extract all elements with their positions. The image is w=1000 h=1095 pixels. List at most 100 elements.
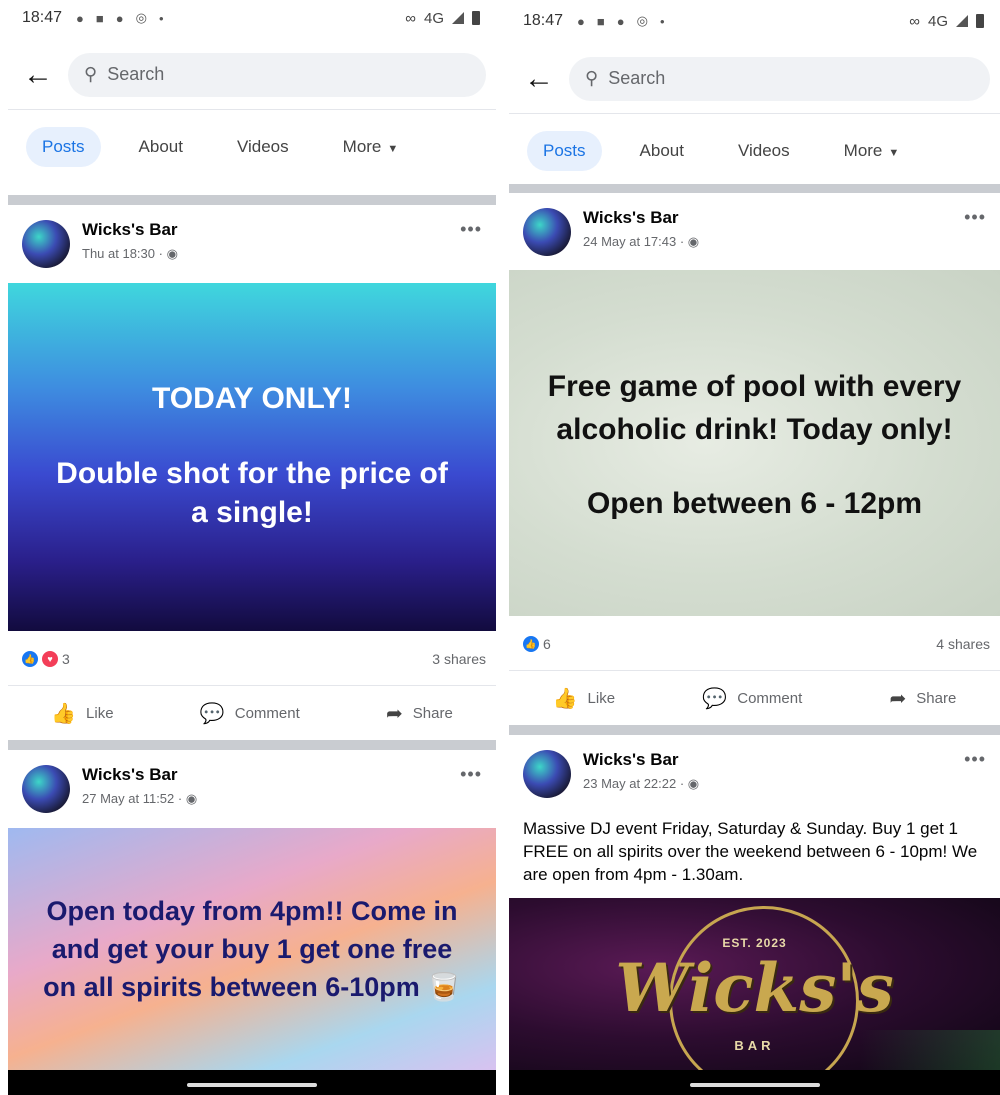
home-gesture-bar[interactable]: [689, 1083, 820, 1087]
post-image[interactable]: TODAY ONLY! Double shot for the price of…: [8, 283, 496, 631]
shares-count[interactable]: 3 shares: [432, 651, 486, 667]
post-timestamp: 23 May at 22:22 · ◉: [583, 776, 700, 791]
post-author[interactable]: Wicks's Bar: [583, 750, 679, 770]
like-reaction-icon: 👍: [523, 635, 539, 652]
post-image-headline: Free game of pool with every alcoholic d…: [547, 370, 962, 446]
messenger-icon: ●: [115, 10, 124, 26]
avatar[interactable]: [523, 750, 571, 798]
tab-about[interactable]: About: [123, 127, 199, 167]
post-image-body: Open between 6 - 12pm: [586, 487, 923, 520]
notification-icons: ● ■ ● ◎ •: [577, 13, 664, 29]
search-placeholder: Search: [107, 64, 165, 84]
avatar[interactable]: [22, 220, 70, 268]
thumbs-up-icon: 👍: [51, 702, 77, 725]
post-image-text: Open today from 4pm!! Come in and get yo…: [43, 896, 461, 1002]
share-label: Share: [412, 704, 453, 722]
search-row: ← ⚲ Search: [509, 44, 1000, 114]
instagram-icon: ◎: [135, 10, 147, 25]
status-bar: 18:47 ● ■ ● ◎ • ∞ 4G: [509, 3, 1000, 39]
post-image[interactable]: Open today from 4pm!! Come in and get yo…: [8, 828, 496, 1070]
search-input[interactable]: ⚲ Search: [569, 56, 990, 101]
dj-deck-glow: [860, 1030, 1000, 1070]
avatar[interactable]: [523, 208, 571, 256]
globe-icon: ◉: [687, 234, 700, 249]
avatar[interactable]: [22, 765, 70, 813]
comment-button[interactable]: 💬 Comment: [702, 686, 802, 711]
status-time: 18:47: [22, 9, 63, 26]
more-options-icon[interactable]: •••: [460, 764, 482, 785]
post-image-body: Double shot for the price of a single!: [56, 457, 448, 529]
section-divider: [8, 195, 496, 205]
chat-icon: ●: [577, 13, 585, 29]
tab-more-label: More: [843, 141, 883, 160]
post-author[interactable]: Wicks's Bar: [82, 765, 178, 785]
signal-icon: [452, 12, 464, 24]
post-header: Wicks's Bar 24 May at 17:43 · ◉ •••: [509, 193, 1000, 271]
search-input[interactable]: ⚲ Search: [68, 52, 486, 97]
more-options-icon[interactable]: •••: [460, 219, 482, 240]
globe-icon: ◉: [687, 776, 700, 791]
comment-button[interactable]: 💬 Comment: [200, 701, 300, 726]
post-image-headline: TODAY ONLY!: [151, 382, 353, 415]
battery-icon: [472, 11, 480, 25]
post-stats: 👍 6 4 shares: [509, 617, 1000, 671]
battery-icon: [976, 14, 984, 28]
tab-about[interactable]: About: [624, 131, 700, 171]
chevron-down-icon: ▼: [387, 143, 399, 155]
search-row: ← ⚲ Search: [8, 40, 496, 110]
signal-icon: [956, 15, 968, 27]
dot-icon: •: [158, 10, 164, 26]
tab-videos[interactable]: Videos: [221, 127, 305, 167]
section-divider: [8, 740, 496, 750]
share-icon: ➦: [889, 687, 907, 710]
logo-est: EST. 2023: [722, 936, 787, 950]
section-divider: [509, 725, 1000, 735]
profile-tabs: Posts About Videos More ▼: [8, 110, 496, 184]
like-label: Like: [587, 689, 616, 707]
reactions-summary[interactable]: 👍 6: [523, 635, 551, 652]
search-icon: ⚲: [585, 68, 599, 88]
reaction-count: 3: [62, 650, 70, 667]
section-divider: [509, 184, 1000, 193]
network-label: 4G: [927, 12, 948, 30]
back-arrow-icon[interactable]: ←: [509, 63, 569, 94]
whiskey-glass-icon: 🥃: [427, 972, 461, 1002]
more-options-icon[interactable]: •••: [964, 749, 986, 770]
love-reaction-icon: ♥: [42, 650, 58, 667]
tab-posts[interactable]: Posts: [26, 127, 101, 167]
more-options-icon[interactable]: •••: [964, 207, 986, 228]
share-button[interactable]: ➦ Share: [386, 701, 453, 726]
post-header: Wicks's Bar Thu at 18:30 · ◉ •••: [8, 205, 496, 283]
android-nav-bar: [8, 1070, 496, 1095]
share-icon: ➦: [386, 702, 403, 725]
tab-more[interactable]: More ▼: [327, 127, 415, 167]
post-image[interactable]: EST. 2023 Wicks's BAR: [509, 898, 1000, 1070]
globe-icon: ◉: [166, 246, 178, 261]
post-image[interactable]: Free game of pool with every alcoholic d…: [509, 270, 1000, 616]
like-button[interactable]: 👍 Like: [553, 686, 615, 711]
home-gesture-bar[interactable]: [187, 1083, 317, 1087]
search-icon: ⚲: [84, 64, 98, 84]
reaction-count: 6: [543, 635, 551, 652]
dot-icon: •: [659, 13, 665, 29]
tab-more[interactable]: More ▼: [828, 131, 916, 171]
post-timestamp: 24 May at 17:43 · ◉: [583, 234, 700, 249]
notification-icons: ● ■ ● ◎ •: [76, 10, 163, 26]
tab-posts[interactable]: Posts: [527, 131, 602, 171]
messenger-icon: ●: [616, 13, 625, 29]
back-arrow-icon[interactable]: ←: [8, 59, 68, 90]
shares-count[interactable]: 4 shares: [936, 636, 990, 652]
status-bar: 18:47 ● ■ ● ◎ • ∞ 4G: [8, 0, 496, 36]
post-actions: 👍 Like 💬 Comment ➦ Share: [8, 686, 496, 740]
post-timestamp: Thu at 18:30 · ◉: [82, 246, 178, 261]
post-author[interactable]: Wicks's Bar: [82, 220, 178, 240]
post-timestamp: 27 May at 11:52 · ◉: [82, 791, 198, 806]
like-button[interactable]: 👍 Like: [51, 701, 113, 726]
tab-videos[interactable]: Videos: [722, 131, 806, 171]
post-author[interactable]: Wicks's Bar: [583, 208, 679, 228]
reactions-summary[interactable]: 👍 ♥ 3: [22, 650, 70, 667]
post-stats: 👍 ♥ 3 3 shares: [8, 632, 496, 686]
share-button[interactable]: ➦ Share: [890, 686, 957, 711]
link-icon: ∞: [405, 9, 416, 27]
network-label: 4G: [423, 9, 444, 27]
